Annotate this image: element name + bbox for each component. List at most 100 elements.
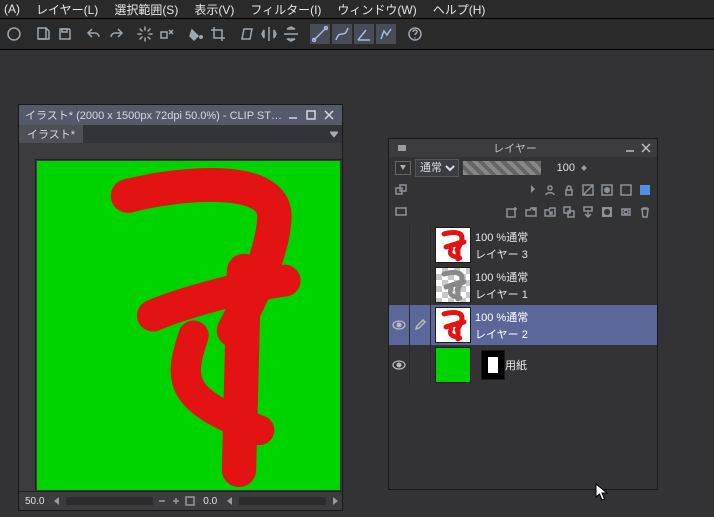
skew-icon[interactable] <box>237 24 257 44</box>
flip-h-icon[interactable] <box>259 24 279 44</box>
panel-collapse-icon[interactable] <box>623 141 637 155</box>
zoom-left-icon[interactable] <box>50 494 64 508</box>
edit-indicator[interactable] <box>410 225 431 265</box>
layer-color-icon[interactable] <box>637 182 653 198</box>
layer-layer3[interactable]: 100 %通常レイヤー 3 <box>389 225 657 265</box>
close-icon[interactable] <box>322 108 336 122</box>
menu-window[interactable]: ウィンドウ(W) <box>337 1 416 18</box>
burst-icon[interactable] <box>135 24 155 44</box>
rot-right-icon[interactable] <box>328 494 342 508</box>
menu-help[interactable]: ヘルプ(H) <box>433 1 486 18</box>
fit-icon[interactable] <box>183 494 197 508</box>
new-layer-icon[interactable] <box>504 204 520 220</box>
create-mask-icon[interactable] <box>599 204 615 220</box>
visibility-toggle[interactable] <box>389 225 410 265</box>
panel-indicator-icon[interactable] <box>393 204 409 220</box>
layer-layer2[interactable]: 100 %通常レイヤー 2 <box>389 305 657 345</box>
layer-panel-title: レイヤー <box>409 140 621 156</box>
mask-enable-icon[interactable] <box>599 182 615 198</box>
clear-icon[interactable] <box>157 24 177 44</box>
minimize-icon[interactable] <box>286 108 300 122</box>
layer-layer1[interactable]: 100 %通常レイヤー 1 <box>389 265 657 305</box>
visibility-toggle[interactable] <box>389 265 410 305</box>
menu-filter[interactable]: フィルター(I) <box>250 1 321 18</box>
zoom-plus-icon[interactable] <box>169 494 183 508</box>
clip-layer-icon[interactable] <box>393 182 409 198</box>
rot-slider[interactable] <box>239 497 326 505</box>
fill-icon[interactable] <box>186 24 206 44</box>
ruler-curve-icon[interactable] <box>332 24 352 44</box>
opacity-slider[interactable] <box>463 161 541 175</box>
visibility-toggle[interactable] <box>389 345 410 385</box>
layer-panel-titlebar[interactable]: レイヤー <box>389 139 657 157</box>
layer-opacity-label: 100 %通常 <box>475 309 528 325</box>
zoom-value[interactable]: 50.0 <box>19 496 50 507</box>
undo-icon[interactable] <box>84 24 104 44</box>
menu-select[interactable]: 選択範囲(S) <box>114 1 178 18</box>
page-icon[interactable] <box>33 24 53 44</box>
blend-mode-select[interactable]: 通常 <box>415 159 459 177</box>
canvas-area <box>19 143 342 492</box>
circle-icon[interactable] <box>4 24 24 44</box>
brush-shape-icon[interactable] <box>376 24 396 44</box>
lock-transparent-icon[interactable] <box>580 182 596 198</box>
ruler-vertical <box>19 159 36 492</box>
tab-dropdown-icon[interactable] <box>326 125 342 143</box>
edit-indicator[interactable] <box>410 265 431 305</box>
redo-icon[interactable] <box>106 24 126 44</box>
panel-menu-icon[interactable] <box>395 141 409 155</box>
canvas-tab-bar: イラスト* <box>19 125 342 143</box>
layer-panel: レイヤー 通常 100 <box>388 138 658 490</box>
new-folder-icon[interactable] <box>523 204 539 220</box>
menu-bar: (A) レイヤー(L) 選択範囲(S) 表示(V) フィルター(I) ウィンドウ… <box>0 0 714 19</box>
layer-labels: 用紙 <box>505 357 527 373</box>
zoom-slider[interactable] <box>66 497 153 505</box>
layer-opacity-label: 100 %通常 <box>475 269 528 285</box>
angle-icon[interactable] <box>354 24 374 44</box>
visibility-toggle[interactable] <box>389 305 410 345</box>
flip-v-icon[interactable] <box>281 24 301 44</box>
transfer-down-icon[interactable] <box>561 204 577 220</box>
menu-view[interactable]: 表示(V) <box>194 1 234 18</box>
reference-layer-icon[interactable] <box>523 182 539 198</box>
layer-thumbnail <box>435 347 471 383</box>
layer-labels: 100 %通常レイヤー 1 <box>475 269 528 302</box>
menu-a[interactable]: (A) <box>4 2 20 16</box>
layer-mask-thumb[interactable] <box>481 350 505 380</box>
maximize-icon[interactable] <box>304 108 318 122</box>
canvas[interactable] <box>37 161 340 490</box>
edit-indicator[interactable] <box>410 345 431 385</box>
opacity-value[interactable]: 100 <box>545 162 575 174</box>
crop-icon[interactable] <box>208 24 228 44</box>
lock-icon[interactable] <box>561 182 577 198</box>
ruler-horizontal <box>35 143 342 160</box>
canvas-titlebar[interactable]: イラスト* (2000 x 1500px 72dpi 50.0%) - CLIP… <box>19 105 342 125</box>
menu-layer[interactable]: レイヤー(L) <box>36 1 98 18</box>
layer-labels: 100 %通常レイヤー 3 <box>475 229 528 262</box>
layer-name-label[interactable]: 用紙 <box>505 357 527 373</box>
canvas-title: イラスト* (2000 x 1500px 72dpi 50.0%) - CLIP… <box>25 107 282 123</box>
layer-paper[interactable]: 用紙 <box>389 345 657 385</box>
canvas-tab[interactable]: イラスト* <box>19 125 83 143</box>
rotation-value[interactable]: 0.0 <box>197 496 223 507</box>
edit-indicator[interactable] <box>410 305 431 345</box>
rot-left-icon[interactable] <box>223 494 237 508</box>
color-swatch[interactable] <box>395 161 411 175</box>
layer-actions-row <box>389 201 657 223</box>
layer-name-label[interactable]: レイヤー 3 <box>475 246 528 262</box>
layer-name-label[interactable]: レイヤー 1 <box>475 286 528 302</box>
ruler-line-icon[interactable] <box>310 24 330 44</box>
save-icon[interactable] <box>55 24 75 44</box>
apply-mask-icon[interactable] <box>618 204 634 220</box>
panel-close-icon[interactable] <box>639 141 653 155</box>
layer-opacity-label: 100 %通常 <box>475 229 528 245</box>
opacity-spinner[interactable] <box>579 161 589 175</box>
help-icon[interactable] <box>405 24 425 44</box>
draft-layer-icon[interactable] <box>542 182 558 198</box>
layer-name-label[interactable]: レイヤー 2 <box>475 326 528 342</box>
folder-into-icon[interactable] <box>542 204 558 220</box>
ruler-frame-icon[interactable] <box>618 182 634 198</box>
zoom-minus-icon[interactable] <box>155 494 169 508</box>
delete-layer-icon[interactable] <box>637 204 653 220</box>
merge-down-icon[interactable] <box>580 204 596 220</box>
